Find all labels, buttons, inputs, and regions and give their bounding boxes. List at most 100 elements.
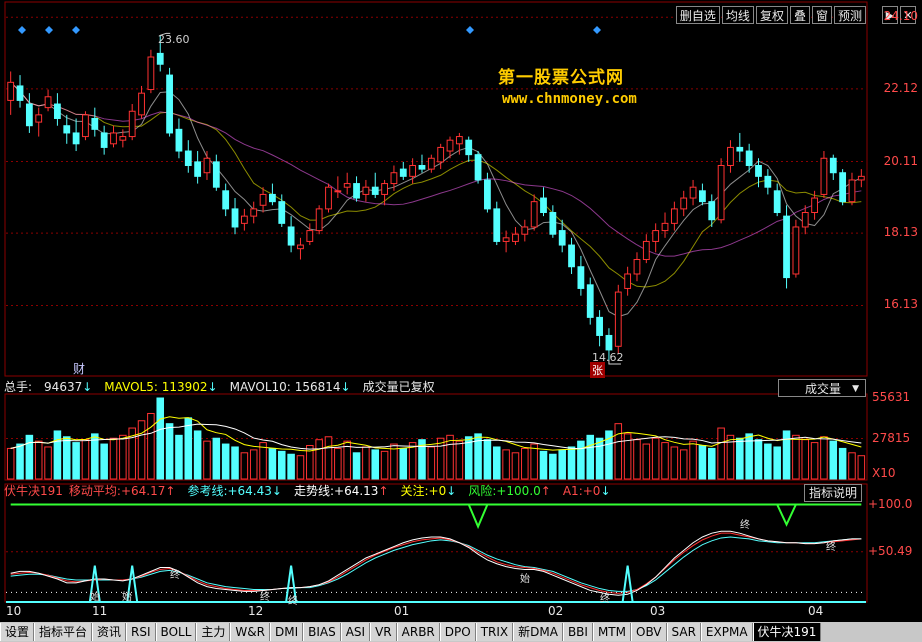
candle-body[interactable] bbox=[44, 96, 52, 109]
volume-bar[interactable] bbox=[455, 440, 464, 480]
event-diamond-icon[interactable] bbox=[18, 26, 26, 34]
candle-body[interactable] bbox=[194, 161, 202, 177]
volume-bar[interactable] bbox=[296, 455, 305, 480]
tab-12[interactable]: DPO bbox=[439, 623, 476, 641]
volume-bar[interactable] bbox=[838, 447, 847, 480]
candle-body[interactable] bbox=[745, 150, 753, 166]
candle-body[interactable] bbox=[35, 114, 43, 123]
candle-body[interactable] bbox=[558, 230, 566, 246]
volume-bar[interactable] bbox=[586, 434, 595, 480]
volume-bar[interactable] bbox=[679, 449, 688, 480]
candle-body[interactable] bbox=[353, 183, 360, 199]
tab-3[interactable]: RSI bbox=[126, 623, 156, 641]
volume-bar[interactable] bbox=[633, 439, 641, 480]
volume-bar[interactable] bbox=[549, 453, 557, 480]
volume-bar[interactable] bbox=[362, 446, 370, 480]
volume-bar[interactable] bbox=[62, 436, 71, 480]
volume-bar[interactable] bbox=[119, 434, 127, 480]
volume-bar[interactable] bbox=[492, 446, 501, 480]
tab-8[interactable]: BIAS bbox=[303, 623, 341, 641]
tab-19[interactable]: EXPMA bbox=[700, 623, 753, 641]
candle-body[interactable] bbox=[465, 139, 473, 156]
tab-13[interactable]: TRIX bbox=[475, 623, 514, 641]
tab-9[interactable]: ASI bbox=[340, 623, 371, 641]
tab-11[interactable]: ARBR bbox=[396, 623, 440, 641]
volume-bar[interactable] bbox=[371, 449, 380, 480]
candle-body[interactable] bbox=[156, 52, 164, 65]
volume-bar[interactable] bbox=[651, 437, 660, 480]
volume-bar[interactable] bbox=[782, 430, 791, 480]
candle-body[interactable] bbox=[857, 175, 865, 181]
candle-body[interactable] bbox=[577, 266, 585, 289]
volume-bar[interactable] bbox=[175, 434, 183, 480]
volume-bar[interactable] bbox=[334, 447, 342, 480]
tab-6[interactable]: W&R bbox=[230, 623, 270, 641]
toolbar-button[interactable]: 均线 bbox=[721, 6, 754, 24]
volume-bar[interactable] bbox=[287, 453, 295, 480]
volume-bar[interactable] bbox=[707, 447, 716, 480]
volume-bar[interactable] bbox=[249, 449, 258, 480]
tab-2[interactable]: 资讯 bbox=[92, 623, 127, 641]
volume-bar[interactable] bbox=[399, 447, 408, 480]
candle-body[interactable] bbox=[540, 197, 547, 214]
tab-5[interactable]: 主力 bbox=[196, 623, 231, 641]
volume-bar[interactable] bbox=[661, 442, 669, 480]
volume-bar[interactable] bbox=[689, 440, 697, 480]
volume-bar[interactable] bbox=[212, 437, 221, 480]
volume-bar[interactable] bbox=[792, 434, 800, 480]
candle-body[interactable] bbox=[521, 226, 529, 235]
volume-bar[interactable] bbox=[277, 450, 286, 480]
volume-bar[interactable] bbox=[315, 439, 323, 480]
candle-body[interactable] bbox=[717, 164, 725, 221]
candle-body[interactable] bbox=[54, 103, 61, 119]
candle-body[interactable] bbox=[455, 136, 463, 145]
candle-body[interactable] bbox=[259, 193, 267, 206]
candle-body[interactable] bbox=[147, 56, 155, 91]
volume-bar[interactable] bbox=[567, 446, 576, 480]
candle-body[interactable] bbox=[474, 154, 482, 181]
candle-body[interactable] bbox=[287, 226, 295, 246]
toolbar-button[interactable]: 删自选 bbox=[675, 6, 720, 24]
volume-bar[interactable] bbox=[408, 442, 417, 480]
candle-body[interactable] bbox=[848, 179, 856, 203]
volume-bar[interactable] bbox=[259, 442, 267, 480]
volume-bar[interactable] bbox=[848, 452, 856, 480]
volume-bar[interactable] bbox=[483, 439, 492, 480]
toolbar-button[interactable]: 窗 bbox=[811, 6, 832, 24]
volume-bar[interactable] bbox=[352, 452, 361, 480]
volume-bar[interactable] bbox=[577, 440, 585, 480]
tab-16[interactable]: MTM bbox=[592, 623, 631, 641]
volume-bar[interactable] bbox=[193, 430, 202, 480]
volume-bar[interactable] bbox=[380, 450, 389, 480]
candle-body[interactable] bbox=[100, 132, 108, 148]
tab-1[interactable]: 指标平台 bbox=[34, 623, 93, 641]
candle-body[interactable] bbox=[25, 103, 33, 127]
candle-body[interactable] bbox=[727, 146, 734, 166]
candle-body[interactable] bbox=[736, 146, 744, 152]
volume-bar[interactable] bbox=[203, 440, 211, 480]
volume-bar[interactable] bbox=[436, 437, 445, 480]
candle-body[interactable] bbox=[652, 230, 660, 242]
candle-body[interactable] bbox=[175, 128, 183, 152]
candle-body[interactable] bbox=[708, 201, 716, 221]
candle-body[interactable] bbox=[502, 237, 510, 242]
toolbar-button[interactable]: 预测 bbox=[833, 6, 866, 24]
tab-4[interactable]: BOLL bbox=[155, 623, 197, 641]
volume-bar[interactable] bbox=[857, 455, 866, 480]
candle-body[interactable] bbox=[240, 215, 248, 224]
candle-body[interactable] bbox=[773, 190, 781, 214]
volume-bar[interactable] bbox=[25, 434, 34, 480]
volume-bar[interactable] bbox=[156, 397, 165, 480]
volume-bar[interactable] bbox=[240, 452, 249, 480]
candle-body[interactable] bbox=[427, 157, 435, 170]
candle-body[interactable] bbox=[371, 186, 379, 195]
candle-body[interactable] bbox=[7, 81, 15, 101]
event-diamond-icon[interactable] bbox=[593, 26, 601, 34]
candle-body[interactable] bbox=[661, 222, 669, 232]
tab-18[interactable]: SAR bbox=[666, 623, 701, 641]
candle-body[interactable] bbox=[306, 230, 314, 242]
candle-body[interactable] bbox=[811, 197, 818, 214]
event-diamond-icon[interactable] bbox=[45, 26, 53, 34]
volume-bar[interactable] bbox=[324, 436, 333, 480]
volume-indicator-select[interactable]: 成交量 ▼ bbox=[778, 379, 866, 397]
